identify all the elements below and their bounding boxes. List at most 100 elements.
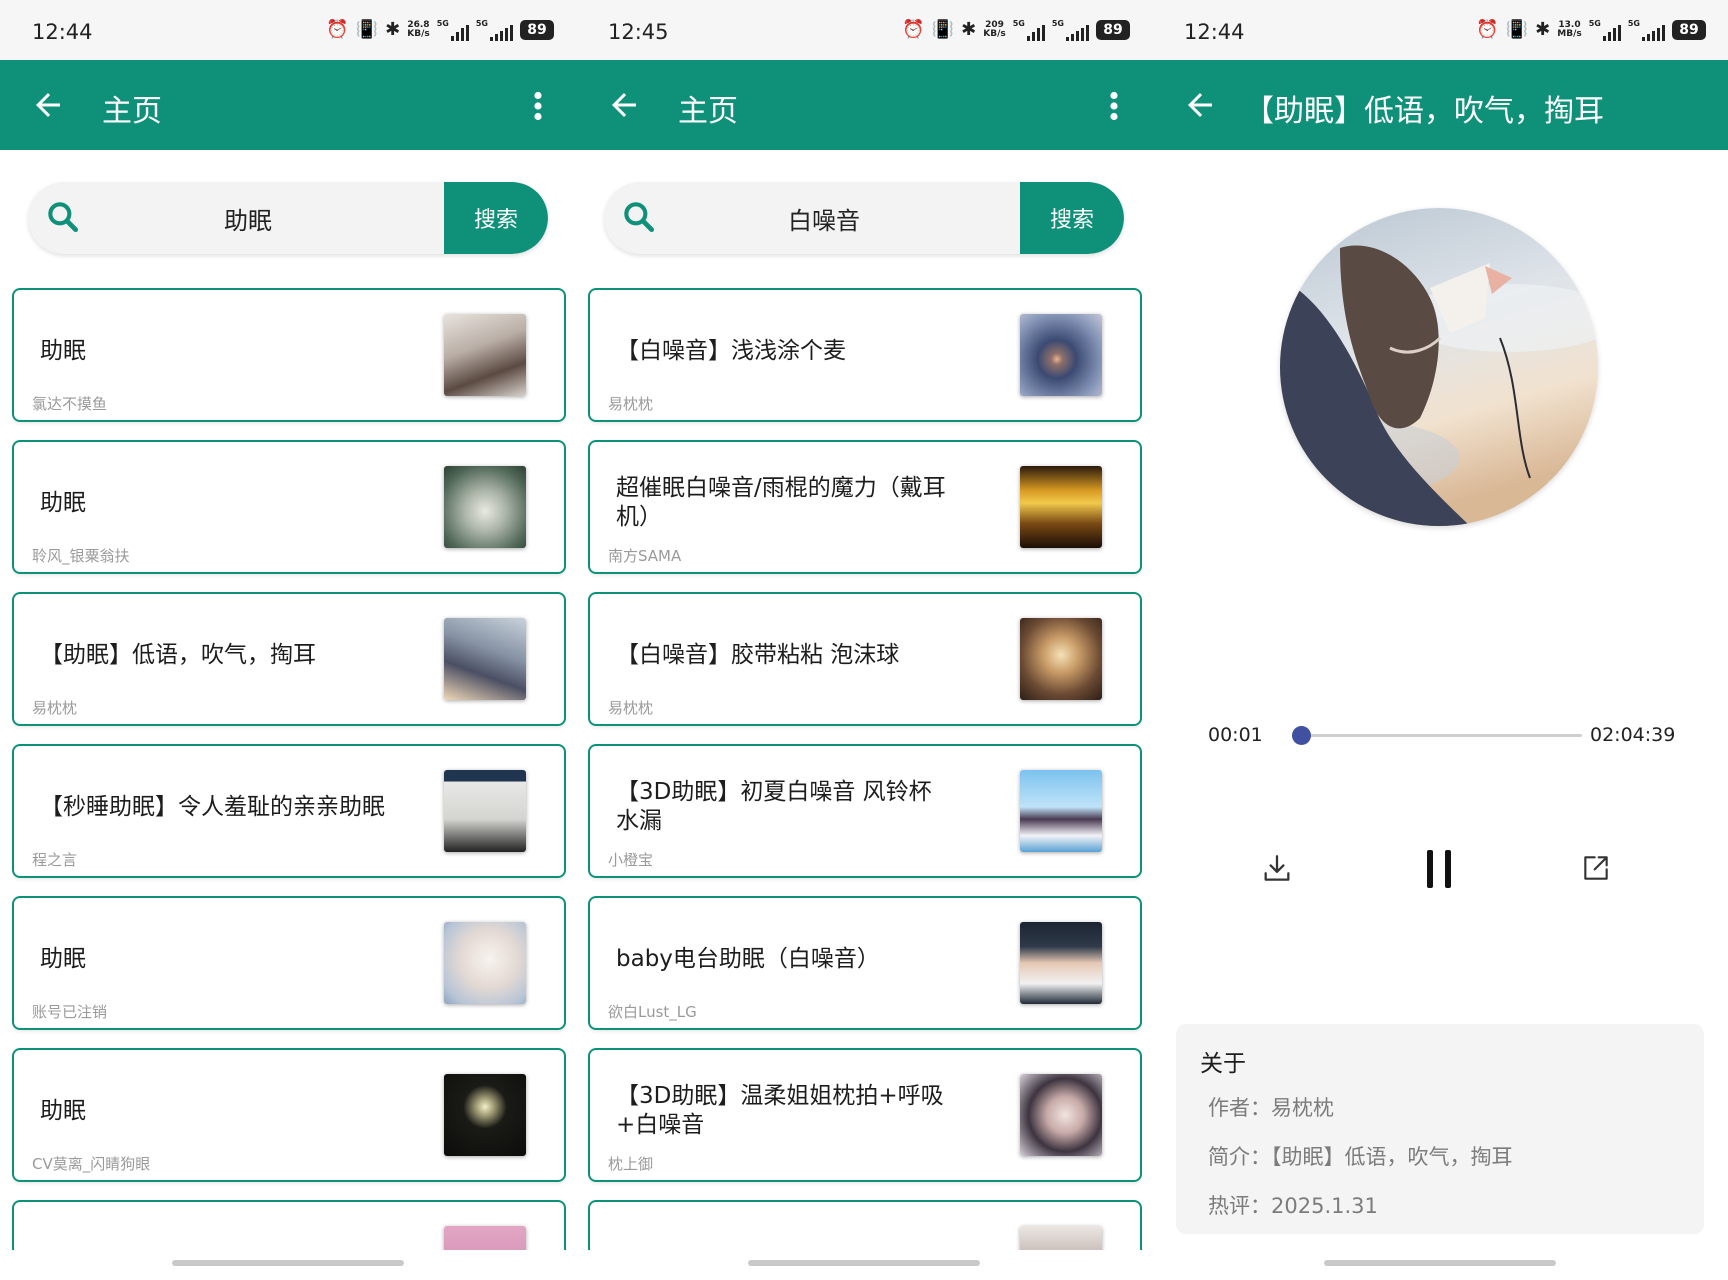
download-icon[interactable] <box>1260 852 1294 886</box>
card-author: 账号已注销 <box>32 1003 108 1021</box>
bluetooth-icon: ✱ <box>1535 19 1551 40</box>
search-button[interactable]: 搜索 <box>1020 182 1124 254</box>
network-speed: 26.8 KB/s <box>407 20 430 39</box>
about-card: 关于 作者：易枕枕 简介：【助眠】低语，吹气，掏耳 热评：2025.1.31 <box>1176 1024 1704 1234</box>
app-bar: 主页 <box>576 60 1152 150</box>
alarm-icon: ⏰ <box>1476 19 1499 40</box>
card-author: 易枕枕 <box>608 395 654 413</box>
result-card[interactable] <box>588 1200 1142 1250</box>
arrow-left-icon[interactable] <box>606 87 642 123</box>
result-card[interactable]: 超催眠白噪音/雨棍的魔力（戴耳机） 南方SAMA <box>588 440 1142 574</box>
card-thumbnail <box>1020 314 1102 396</box>
card-title: 【白噪音】胶带粘粘 泡沫球 <box>616 641 900 668</box>
card-author: 易枕枕 <box>608 699 654 717</box>
card-title <box>616 1202 961 1250</box>
result-card[interactable]: 【白噪音】浅浅涂个麦 易枕枕 <box>588 288 1142 422</box>
arrow-left-icon[interactable] <box>30 87 66 123</box>
share-icon[interactable] <box>1580 852 1612 884</box>
result-card[interactable]: 助眠 氯达不摸鱼 <box>12 288 566 422</box>
result-card[interactable]: 助眠 CV莫离_闪睛狗眼 <box>12 1048 566 1182</box>
result-card[interactable]: 助眠 聆风_银粟翁扶 <box>12 440 566 574</box>
result-card[interactable]: 【3D助眠】温柔姐姐枕拍+呼吸+白噪音 枕上御 <box>588 1048 1142 1182</box>
status-bar: 12:44 ⏰ 📳 ✱ 13.0 MB/s 5G 5G 89 <box>1152 0 1728 60</box>
card-thumbnail <box>1020 1226 1102 1250</box>
search-input[interactable] <box>88 182 408 254</box>
arrow-left-icon[interactable] <box>1182 87 1218 123</box>
result-card[interactable]: 助眠 账号已注销 <box>12 896 566 1030</box>
page-title: 主页 <box>102 94 162 129</box>
alarm-icon: ⏰ <box>902 19 925 40</box>
signal-bars-icon <box>490 25 513 41</box>
home-indicator[interactable] <box>1324 1260 1556 1266</box>
search-button[interactable]: 搜索 <box>444 182 548 254</box>
card-title: 【3D助眠】初夏白噪音 风铃杯 水漏 <box>616 779 932 834</box>
network-speed: 13.0 MB/s <box>1557 20 1582 39</box>
home-indicator[interactable] <box>172 1260 404 1266</box>
card-author: 氯达不摸鱼 <box>32 395 108 413</box>
cover-art <box>1280 208 1598 526</box>
result-card[interactable]: 【助眠】低语，吹气，掏耳 易枕枕 <box>12 592 566 726</box>
vibrate-icon: 📳 <box>931 19 955 40</box>
signal-bars-icon <box>1066 25 1089 41</box>
card-thumbnail <box>1020 618 1102 700</box>
seek-thumb[interactable] <box>1292 726 1311 745</box>
signal-5g-1: 5G <box>1013 19 1045 41</box>
signal-5g-2: 5G <box>1052 19 1089 41</box>
card-author: 易枕枕 <box>32 699 78 717</box>
more-vertical-icon[interactable] <box>526 88 550 124</box>
card-author: 小橙宝 <box>608 851 654 869</box>
home-indicator[interactable] <box>748 1260 980 1266</box>
status-time: 12:44 <box>1184 20 1245 44</box>
app-bar: 主页 <box>0 60 576 150</box>
signal-bars-icon <box>1026 25 1045 41</box>
signal-5g-2: 5G <box>476 19 513 41</box>
result-card[interactable]: 【白噪音】胶带粘粘 泡沫球 易枕枕 <box>588 592 1142 726</box>
alarm-icon: ⏰ <box>326 19 349 40</box>
card-author: 南方SAMA <box>608 547 682 565</box>
result-card[interactable]: baby电台助眠（白噪音） 欲白Lust_LG <box>588 896 1142 1030</box>
result-card[interactable] <box>12 1200 566 1250</box>
signal-5g-1: 5G <box>1589 19 1621 41</box>
result-card[interactable]: 【3D助眠】初夏白噪音 风铃杯 水漏 小橙宝 <box>588 744 1142 878</box>
status-time: 12:45 <box>608 20 669 44</box>
card-title: 【白噪音】浅浅涂个麦 <box>616 337 846 364</box>
search-screen-sleep: 12:44 ⏰ 📳 ✱ 26.8 KB/s 5G 5G 89 主页 助眠 搜索 … <box>0 0 576 1280</box>
signal-bars-icon <box>1642 25 1665 41</box>
player-screen: 12:44 ⏰ 📳 ✱ 13.0 MB/s 5G 5G 89 【助眠】低语，吹气… <box>1152 0 1728 1280</box>
result-list: 助眠 氯达不摸鱼 助眠 聆风_银粟翁扶 【助眠】低语，吹气，掏耳 易枕枕 【秒睡… <box>12 288 566 1250</box>
card-author: CV莫离_闪睛狗眼 <box>32 1155 151 1173</box>
vibrate-icon: 📳 <box>1505 19 1529 40</box>
card-title: 【助眠】低语，吹气，掏耳 <box>40 641 316 668</box>
about-title: 关于 <box>1200 1051 1246 1077</box>
pause-icon[interactable] <box>1424 848 1454 890</box>
search-icon <box>48 202 79 233</box>
search-icon <box>624 202 655 233</box>
search-input[interactable] <box>664 182 984 254</box>
search-bar: 搜索 <box>28 182 548 254</box>
page-title: 【助眠】低语，吹气，掏耳 <box>1244 94 1604 129</box>
status-icons: ⏰ 📳 ✱ 13.0 MB/s 5G 5G 89 <box>1476 18 1706 42</box>
card-author: 欲白Lust_LG <box>608 1003 697 1021</box>
card-title: 【3D助眠】温柔姐姐枕拍+呼吸+白噪音 <box>616 1083 944 1138</box>
app-bar: 【助眠】低语，吹气，掏耳 <box>1152 60 1728 150</box>
card-thumbnail <box>444 466 526 548</box>
about-intro: 简介：【助眠】低语，吹气，掏耳 <box>1208 1145 1513 1169</box>
signal-bars-icon <box>450 25 469 41</box>
card-thumbnail <box>1020 922 1102 1004</box>
status-bar: 12:44 ⏰ 📳 ✱ 26.8 KB/s 5G 5G 89 <box>0 0 576 60</box>
search-bar: 搜索 <box>604 182 1124 254</box>
bluetooth-icon: ✱ <box>961 19 977 40</box>
result-list: 【白噪音】浅浅涂个麦 易枕枕 超催眠白噪音/雨棍的魔力（戴耳机） 南方SAMA … <box>588 288 1142 1250</box>
seek-bar[interactable] <box>1292 726 1582 745</box>
card-author: 聆风_银粟翁扶 <box>32 547 130 565</box>
more-vertical-icon[interactable] <box>1102 88 1126 124</box>
card-thumbnail <box>1020 1074 1102 1156</box>
card-thumbnail <box>444 618 526 700</box>
about-hot-comment: 热评：2025.1.31 <box>1208 1194 1378 1218</box>
signal-5g-2: 5G <box>1628 19 1665 41</box>
battery-icon: 89 <box>1096 20 1130 40</box>
status-time: 12:44 <box>32 20 93 44</box>
card-title: 【秒睡助眠】令人羞耻的亲亲助眠 <box>40 793 385 820</box>
result-card[interactable]: 【秒睡助眠】令人羞耻的亲亲助眠 程之言 <box>12 744 566 878</box>
bluetooth-icon: ✱ <box>385 19 401 40</box>
